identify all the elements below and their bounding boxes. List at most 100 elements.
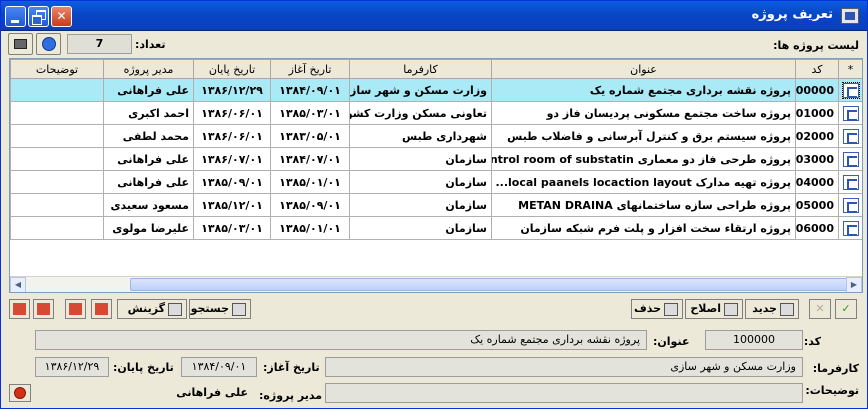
manager-column-header[interactable]: مدير پروژه: [103, 59, 194, 79]
cell-end-date[interactable]: ۱۳۸۶/۰۶/۰۱: [193, 124, 271, 148]
scroll-right-arrow-icon[interactable]: ▶: [846, 277, 862, 292]
detail-notes-field[interactable]: [325, 383, 803, 403]
end-date-column-header[interactable]: تاريخ پايان: [193, 59, 271, 79]
cell-code[interactable]: 104000: [795, 170, 839, 194]
cell-start-date[interactable]: ۱۳۸۵/۰۳/۰۱: [270, 101, 350, 125]
cell-end-date[interactable]: ۱۳۸۶/۰۷/۰۱: [193, 147, 271, 171]
cell-notes[interactable]: [10, 193, 104, 217]
table-row[interactable]: 100000 پروژه نقشه برداری مجتمع شماره يک …: [10, 78, 862, 102]
delete-button[interactable]: حذف: [631, 299, 683, 319]
cell-employer[interactable]: سازمان: [349, 193, 492, 217]
cell-employer[interactable]: شهرداری طبس: [349, 124, 492, 148]
table-row[interactable]: 105000 پروژه طراحی سازه ساختمانهای METAN…: [10, 193, 862, 217]
cell-start-date[interactable]: ۱۳۸۵/۰۱/۰۱: [270, 170, 350, 194]
last-record-button[interactable]: [91, 299, 112, 319]
cell-employer[interactable]: وزارت مسکن و شهر سازی: [349, 78, 492, 102]
notes-column-header[interactable]: توضيحات: [10, 59, 104, 79]
next-record-button[interactable]: [65, 299, 86, 319]
cell-employer[interactable]: سازمان: [349, 147, 492, 171]
cell-start-date[interactable]: ۱۳۸۴/۰۷/۰۱: [270, 147, 350, 171]
cell-manager[interactable]: عليرضا مولوی: [103, 216, 194, 240]
cell-end-date[interactable]: ۱۳۸۶/۰۶/۰۱: [193, 101, 271, 125]
cell-start-date[interactable]: ۱۳۸۵/۰۱/۰۱: [270, 216, 350, 240]
cell-end-date[interactable]: ۱۳۸۵/۱۲/۰۱: [193, 193, 271, 217]
table-row[interactable]: 104000 پروژه تهيه مدارک local paanels lo…: [10, 170, 862, 194]
scroll-left-arrow-icon[interactable]: ◀: [10, 277, 26, 292]
new-button[interactable]: جديد: [745, 299, 799, 319]
cell-title[interactable]: پروژه نقشه برداری مجتمع شماره يک: [491, 78, 796, 102]
title-column-header[interactable]: عنوان: [491, 59, 796, 79]
cell-code[interactable]: 100000: [795, 78, 839, 102]
first-record-button[interactable]: [9, 299, 30, 319]
row-indicator[interactable]: [838, 193, 862, 217]
row-indicator[interactable]: [838, 101, 862, 125]
detail-start-date-field[interactable]: ۱۳۸۴/۰۹/۰۱: [181, 357, 257, 377]
web-button[interactable]: [36, 33, 61, 55]
cell-title[interactable]: پروژه طرحی فاز دو معماری Control room of…: [491, 147, 796, 171]
cell-employer[interactable]: سازمان: [349, 216, 492, 240]
table-row[interactable]: 103000 پروژه طرحی فاز دو معماری Control …: [10, 147, 862, 171]
cell-manager[interactable]: علی فراهانی: [103, 147, 194, 171]
code-column-header[interactable]: کد: [795, 59, 839, 79]
horizontal-scrollbar[interactable]: ◀ ▶: [10, 276, 862, 292]
cell-employer[interactable]: سازمان: [349, 170, 492, 194]
restore-button[interactable]: [28, 6, 49, 27]
close-button[interactable]: ✕: [51, 6, 72, 27]
cell-title[interactable]: پروژه سيستم برق و کنترل آبرسانی و فاضلاب…: [491, 124, 796, 148]
cell-title[interactable]: پروژه ساخت مجتمع مسکونی پرديسان فاز دو: [491, 101, 796, 125]
row-indicator[interactable]: [838, 78, 862, 102]
cell-code[interactable]: 103000: [795, 147, 839, 171]
cell-notes[interactable]: [10, 147, 104, 171]
detail-manager-field[interactable]: علی فراهانی: [35, 383, 255, 403]
employer-column-header[interactable]: کارفرما: [349, 59, 492, 79]
detail-code-field[interactable]: 100000: [705, 330, 803, 350]
row-indicator[interactable]: [838, 170, 862, 194]
cell-manager[interactable]: مسعود سعيدی: [103, 193, 194, 217]
cancel-button[interactable]: ✕: [809, 299, 831, 319]
cell-manager[interactable]: محمد لطفی: [103, 124, 194, 148]
cell-notes[interactable]: [10, 170, 104, 194]
cell-end-date[interactable]: ۱۳۸۵/۰۳/۰۱: [193, 216, 271, 240]
cell-start-date[interactable]: ۱۳۸۳/۰۵/۰۱: [270, 124, 350, 148]
projects-grid[interactable]: * کد عنوان کارفرما تاريخ آغاز تاريخ پايا…: [9, 58, 863, 293]
cell-manager[interactable]: علی فراهانی: [103, 170, 194, 194]
row-indicator[interactable]: [838, 216, 862, 240]
cell-notes[interactable]: [10, 124, 104, 148]
scroll-thumb[interactable]: [130, 278, 860, 291]
cell-title[interactable]: پروژه تهيه مدارک local paanels locaction…: [491, 170, 796, 194]
print-button[interactable]: [8, 33, 33, 55]
cell-code[interactable]: 102000: [795, 124, 839, 148]
cell-code[interactable]: 106000: [795, 216, 839, 240]
start-date-column-header[interactable]: تاريخ آغاز: [270, 59, 350, 79]
confirm-button[interactable]: ✓: [835, 299, 857, 319]
detail-employer-field[interactable]: وزارت مسکن و شهر سازی: [325, 357, 803, 377]
cell-title[interactable]: پروژه طراحی سازه ساختمانهای METAN DRAINA: [491, 193, 796, 217]
previous-page-button[interactable]: [33, 299, 54, 319]
table-row[interactable]: 102000 پروژه سيستم برق و کنترل آبرسانی و…: [10, 124, 862, 148]
cell-code[interactable]: 101000: [795, 101, 839, 125]
table-row[interactable]: 101000 پروژه ساخت مجتمع مسکونی پرديسان ف…: [10, 101, 862, 125]
cell-employer[interactable]: تعاونی مسکن وزارت کشور: [349, 101, 492, 125]
cell-notes[interactable]: [10, 78, 104, 102]
minimize-button[interactable]: [5, 6, 26, 27]
cell-start-date[interactable]: ۱۳۸۵/۰۹/۰۱: [270, 193, 350, 217]
search-button[interactable]: جستجو: [189, 299, 251, 319]
cell-manager[interactable]: علی فراهانی: [103, 78, 194, 102]
cell-notes[interactable]: [10, 101, 104, 125]
table-row[interactable]: 106000 پروژه ارتقاء سخت افزار و پلت فرم …: [10, 216, 862, 240]
cell-end-date[interactable]: ۱۳۸۶/۱۲/۲۹: [193, 78, 271, 102]
title-bar[interactable]: ✕ تعريف پروژه: [1, 1, 867, 31]
cell-code[interactable]: 105000: [795, 193, 839, 217]
cell-manager[interactable]: احمد اکبری: [103, 101, 194, 125]
cell-start-date[interactable]: ۱۳۸۴/۰۹/۰۱: [270, 78, 350, 102]
exit-button[interactable]: [9, 384, 31, 402]
row-indicator[interactable]: [838, 147, 862, 171]
row-indicator[interactable]: [838, 124, 862, 148]
cell-title[interactable]: پروژه ارتقاء سخت افزار و پلت فرم شبکه سا…: [491, 216, 796, 240]
detail-title-field[interactable]: پروژه نقشه برداری مجتمع شماره يک: [35, 330, 647, 350]
cell-notes[interactable]: [10, 216, 104, 240]
cell-end-date[interactable]: ۱۳۸۵/۰۹/۰۱: [193, 170, 271, 194]
filter-button[interactable]: گزينش: [117, 299, 187, 319]
detail-end-date-field[interactable]: ۱۳۸۶/۱۲/۲۹: [35, 357, 109, 377]
edit-button[interactable]: اصلاح: [685, 299, 743, 319]
